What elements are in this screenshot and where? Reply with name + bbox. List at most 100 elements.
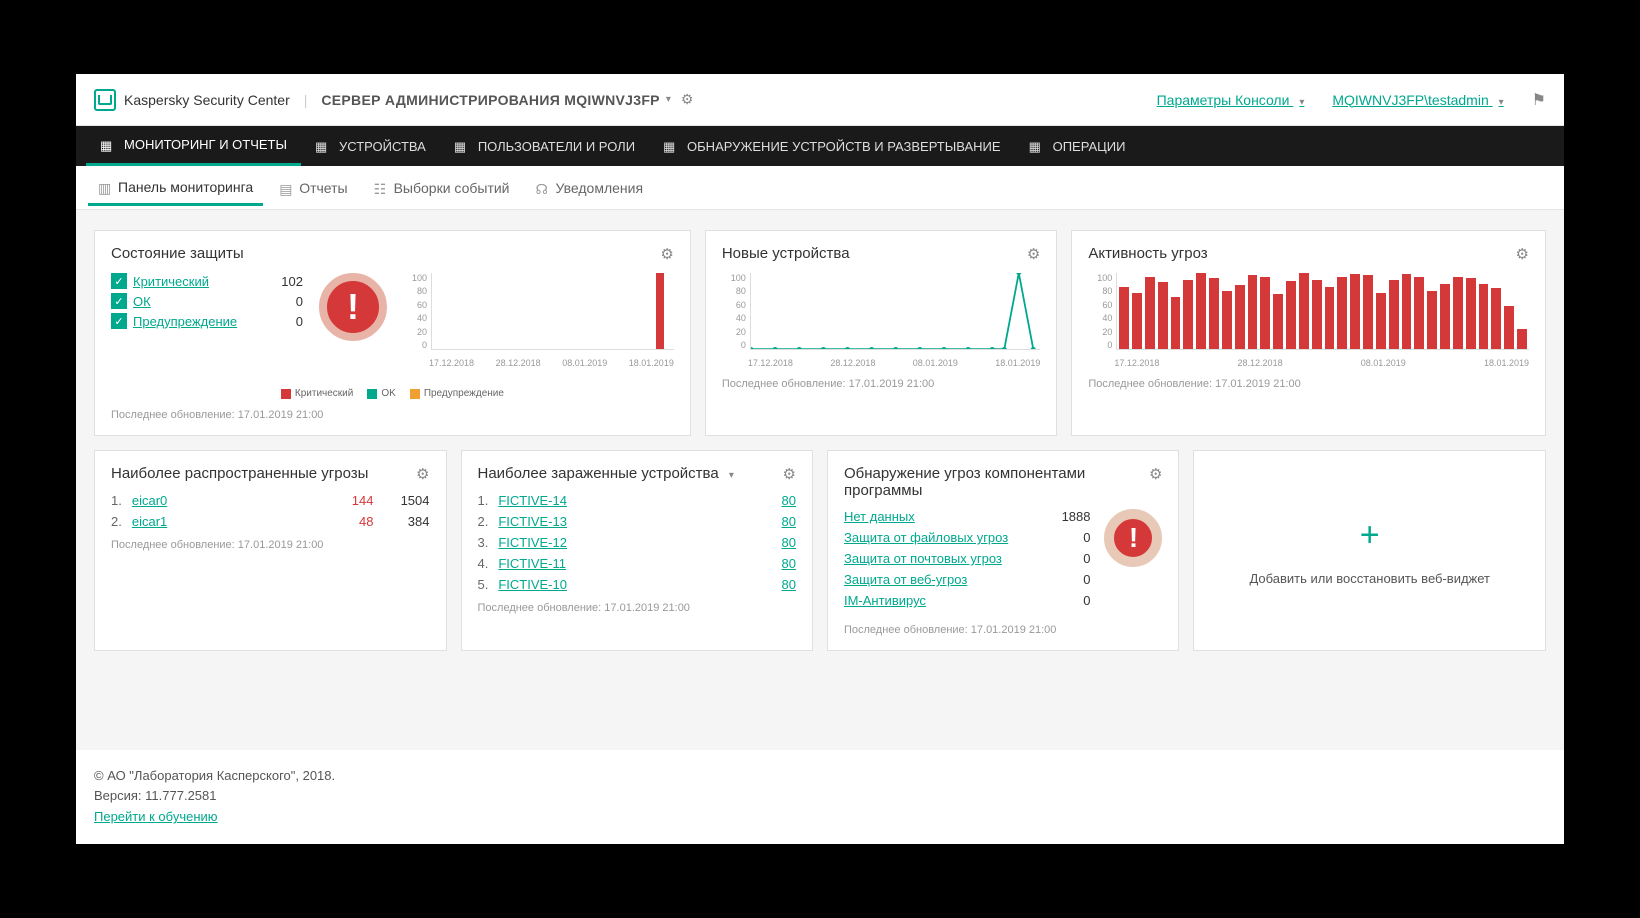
gear-icon[interactable]: ⚙ [1516, 245, 1529, 263]
gear-icon[interactable]: ⚙ [660, 245, 673, 263]
nav-monitoring[interactable]: ▦МОНИТОРИНГ И ОТЧЕТЫ [86, 126, 301, 166]
bell-icon: ☊ [536, 181, 550, 195]
widget-common-threats: Наиболее распространенные угрозы ⚙ 1.eic… [94, 450, 447, 651]
widget-infected-devices: Наиболее зараженные устройства ▾ ⚙ 1.FIC… [461, 450, 813, 651]
last-updated: Последнее обновление: 17.01.2019 21:00 [111, 539, 430, 551]
protection-chart: 100806040200 17.12.201828.12.201808.01.2… [403, 273, 674, 368]
last-updated: Последнее обновление: 17.01.2019 21:00 [111, 409, 674, 421]
last-updated: Последнее обновление: 17.01.2019 21:00 [1088, 378, 1529, 390]
add-widget-label: Добавить или восстановить веб-виджет [1249, 571, 1490, 586]
app-window: Kaspersky Security Center | СЕРВЕР АДМИН… [76, 74, 1564, 844]
list-item: 4.FICTIVE-1180 [478, 556, 796, 571]
device-link[interactable]: FICTIVE-10 [498, 577, 567, 592]
chevron-down-icon: ▾ [1499, 97, 1504, 108]
list-item: 3.FICTIVE-1280 [478, 535, 796, 550]
link-critical[interactable]: Критический [133, 274, 263, 289]
monitor-icon: ▦ [100, 138, 116, 152]
user-menu[interactable]: MQIWNVJ3FP\testadmin ▾ [1332, 92, 1503, 108]
device-link[interactable]: FICTIVE-13 [498, 514, 567, 529]
add-widget-button[interactable]: + Добавить или восстановить веб-виджет [1193, 450, 1546, 651]
list-item: 2.FICTIVE-1380 [478, 514, 796, 529]
kaspersky-logo-icon [94, 89, 116, 111]
gear-icon[interactable]: ⚙ [1027, 245, 1040, 263]
gear-icon[interactable]: ⚙ [681, 91, 694, 108]
value-critical: 102 [263, 274, 303, 289]
widget-threat-components: Обнаружение угроз компонентами программы… [827, 450, 1180, 651]
newdev-chart: 100806040200 17.12.201828.12.201808.01.2… [722, 273, 1041, 368]
widget-title: Состояние защиты [111, 245, 244, 262]
list-item: 5.FICTIVE-1080 [478, 577, 796, 592]
component-link[interactable]: Нет данных [844, 509, 1051, 524]
threat-link[interactable]: eicar1 [132, 514, 167, 529]
logo: Kaspersky Security Center [94, 89, 290, 111]
checkbox-ok[interactable]: ✓ [111, 293, 127, 309]
header-bar: Kaspersky Security Center | СЕРВЕР АДМИН… [76, 74, 1564, 126]
alert-icon: ! [1104, 509, 1162, 567]
footer: © АО "Лаборатория Касперского", 2018. Ве… [76, 750, 1564, 844]
report-icon: ▤ [279, 181, 293, 195]
chevron-down-icon: ▾ [729, 470, 734, 481]
widget-title: Новые устройства [722, 245, 850, 262]
link-ok[interactable]: ОК [133, 294, 263, 309]
alert-icon: ! [319, 273, 387, 341]
nav-users[interactable]: ▦ПОЛЬЗОВАТЕЛИ И РОЛИ [440, 126, 649, 166]
threat-link[interactable]: eicar0 [132, 493, 167, 508]
list-item: 2.eicar148384 [111, 514, 430, 529]
component-link[interactable]: Защита от почтовых угроз [844, 551, 1051, 566]
last-updated: Последнее обновление: 17.01.2019 21:00 [844, 624, 1163, 636]
sub-nav: ▥Панель мониторинга ▤Отчеты ☷Выборки соб… [76, 166, 1564, 210]
list-item: 1.eicar01441504 [111, 493, 430, 508]
dashboard-content: Состояние защиты ⚙ ✓Критический102 ✓ОК0 … [76, 210, 1564, 750]
chevron-down-icon[interactable]: ▾ [666, 94, 671, 105]
device-link[interactable]: FICTIVE-11 [498, 556, 566, 571]
product-name: Kaspersky Security Center [124, 92, 290, 108]
list-item: IM-Антивирус0 [844, 593, 1091, 608]
server-name[interactable]: СЕРВЕР АДМИНИСТРИРОВАНИЯ MQIWNVJ3FP [321, 92, 659, 108]
nav-devices[interactable]: ▦УСТРОЙСТВА [301, 126, 440, 166]
console-params-link[interactable]: Параметры Консоли ▾ [1157, 92, 1305, 108]
users-icon: ▦ [454, 139, 470, 153]
list-item: Нет данных1888 [844, 509, 1091, 524]
devices-icon: ▦ [315, 139, 331, 153]
widget-protection-status: Состояние защиты ⚙ ✓Критический102 ✓ОК0 … [94, 230, 691, 436]
nav-operations[interactable]: ▦ОПЕРАЦИИ [1015, 126, 1140, 166]
gear-icon[interactable]: ⚙ [783, 465, 796, 483]
widget-threat-activity: Активность угроз ⚙ 100806040200 17.12.20… [1071, 230, 1546, 436]
discovery-icon: ▦ [663, 139, 679, 153]
gear-icon[interactable]: ⚙ [416, 465, 429, 483]
plus-icon: + [1360, 516, 1380, 555]
copyright: © АО "Лаборатория Касперского", 2018. [94, 766, 1546, 787]
component-link[interactable]: Защита от веб-угроз [844, 572, 1051, 587]
chart-legend: Критический OK Предупреждение [111, 388, 674, 399]
widget-title: Обнаружение угроз компонентами программы [844, 465, 1149, 499]
nav-discovery[interactable]: ▦ОБНАРУЖЕНИЕ УСТРОЙСТВ И РАЗВЕРТЫВАНИЕ [649, 126, 1015, 166]
value-ok: 0 [263, 294, 303, 309]
last-updated: Последнее обновление: 17.01.2019 21:00 [722, 378, 1041, 390]
training-link[interactable]: Перейти к обучению [94, 809, 218, 824]
list-item: Защита от почтовых угроз0 [844, 551, 1091, 566]
tab-event-selections[interactable]: ☷Выборки событий [364, 172, 520, 204]
tab-reports[interactable]: ▤Отчеты [269, 172, 357, 204]
tab-dashboard[interactable]: ▥Панель мониторинга [88, 171, 263, 206]
list-item: Защита от веб-угроз0 [844, 572, 1091, 587]
checkbox-critical[interactable]: ✓ [111, 273, 127, 289]
link-warning[interactable]: Предупреждение [133, 314, 263, 329]
divider: | [304, 92, 308, 108]
chevron-down-icon: ▾ [1299, 97, 1304, 108]
checkbox-warning[interactable]: ✓ [111, 313, 127, 329]
device-link[interactable]: FICTIVE-14 [498, 493, 567, 508]
operations-icon: ▦ [1029, 139, 1045, 153]
device-link[interactable]: FICTIVE-12 [498, 535, 567, 550]
widget-title[interactable]: Наиболее зараженные устройства ▾ [478, 465, 734, 482]
widget-new-devices: Новые устройства ⚙ 100806040200 17.12.20… [705, 230, 1058, 436]
version: Версия: 11.777.2581 [94, 786, 1546, 807]
list-item: 1.FICTIVE-1480 [478, 493, 796, 508]
component-link[interactable]: IM-Антивирус [844, 593, 1051, 608]
dashboard-icon: ▥ [98, 180, 112, 194]
tab-notifications[interactable]: ☊Уведомления [526, 172, 654, 204]
component-link[interactable]: Защита от файловых угроз [844, 530, 1051, 545]
gear-icon[interactable]: ⚙ [1149, 465, 1162, 483]
flag-icon[interactable]: ⚑ [1532, 90, 1546, 110]
events-icon: ☷ [374, 181, 388, 195]
list-item: Защита от файловых угроз0 [844, 530, 1091, 545]
